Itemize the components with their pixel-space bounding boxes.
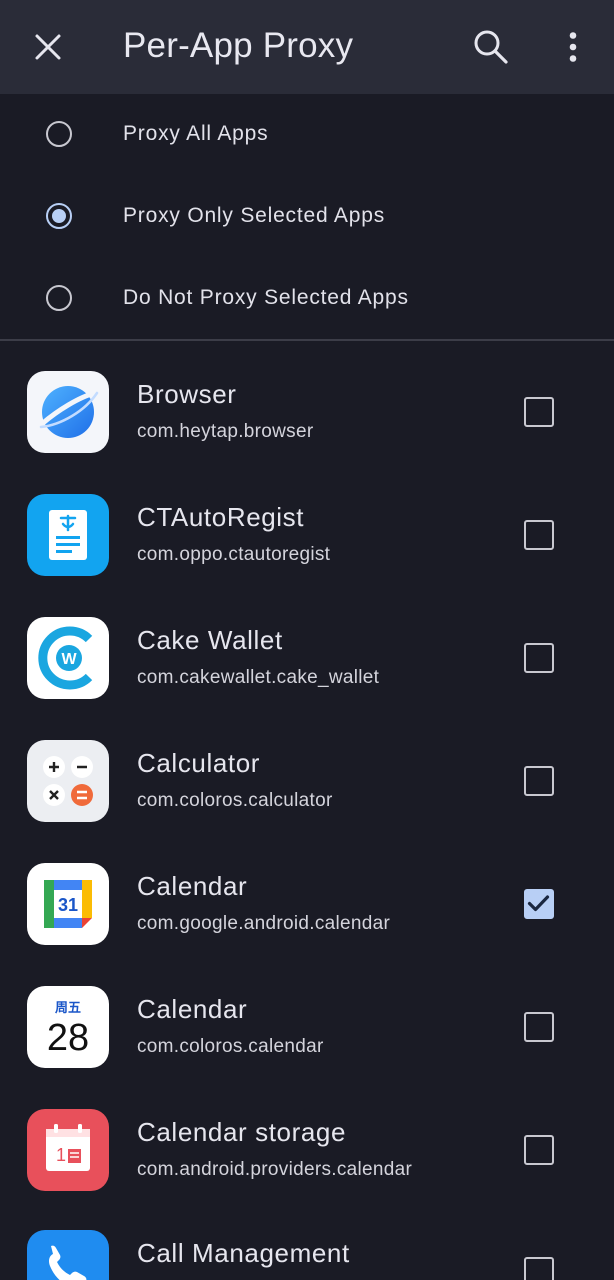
app-row-cake-wallet[interactable]: W Cake Wallet com.cakewallet.cake_wallet [0, 596, 614, 719]
app-name: Calendar storage [137, 1117, 347, 1147]
check-icon [527, 895, 550, 912]
app-package: com.coloros.calendar [137, 1036, 324, 1057]
app-checkbox[interactable] [524, 520, 554, 550]
calendar-storage-day-text: 1 [56, 1145, 66, 1165]
app-name: Call Management [137, 1238, 350, 1268]
app-row-coloros-calendar[interactable]: 周五 28 Calendar com.coloros.calendar [0, 965, 614, 1088]
search-icon [474, 30, 508, 64]
calendar-date-text: 31 [58, 895, 78, 915]
app-row-calculator[interactable]: Calculator com.coloros.calculator [0, 719, 614, 842]
app-row-call-management[interactable]: Call Management [0, 1211, 614, 1280]
cake-wallet-icon: W [27, 617, 109, 699]
close-icon [35, 34, 61, 60]
coloros-calendar-icon: 周五 28 [27, 986, 109, 1068]
radio-label: Proxy Only Selected Apps [123, 204, 385, 227]
app-name: Calendar [137, 871, 248, 901]
radio-button[interactable] [46, 121, 72, 147]
app-package: com.heytap.browser [137, 421, 314, 442]
google-calendar-icon: 31 [27, 863, 109, 945]
more-vert-icon [569, 32, 577, 62]
app-package: com.oppo.ctautoregist [137, 544, 331, 565]
radio-button[interactable] [46, 285, 72, 311]
app-row-ctautoregist[interactable]: CTAutoRegist com.oppo.ctautoregist [0, 473, 614, 596]
app-row-browser[interactable]: Browser com.heytap.browser [0, 350, 614, 473]
radio-label: Proxy All Apps [123, 122, 269, 145]
calculator-icon [27, 740, 109, 822]
app-checkbox[interactable] [524, 1257, 554, 1280]
phone-icon [27, 1230, 109, 1280]
app-checkbox[interactable] [524, 1012, 554, 1042]
app-name: Calculator [137, 748, 261, 778]
radio-label: Do Not Proxy Selected Apps [123, 286, 409, 309]
search-button[interactable] [464, 20, 518, 74]
app-row-calendar-storage[interactable]: 1 Calendar storage com.android.providers… [0, 1088, 614, 1211]
divider [0, 339, 614, 341]
app-package: com.google.android.calendar [137, 913, 391, 934]
app-checkbox[interactable] [524, 1135, 554, 1165]
radio-option-proxy-all[interactable]: Proxy All Apps [0, 93, 614, 175]
app-row-google-calendar[interactable]: 31 Calendar com.google.android.calendar [0, 842, 614, 965]
calendar-day-text: 28 [47, 1017, 89, 1059]
svg-text:W: W [61, 651, 77, 668]
app-name: Browser [137, 379, 237, 409]
more-options-button[interactable] [548, 20, 598, 74]
page-title: Per-App Proxy [123, 26, 354, 65]
app-name: CTAutoRegist [137, 502, 305, 532]
radio-button-selected[interactable] [46, 203, 72, 229]
close-button[interactable] [22, 21, 74, 73]
app-name: Cake Wallet [137, 625, 283, 655]
app-package: com.coloros.calculator [137, 790, 333, 811]
calendar-storage-icon: 1 [27, 1109, 109, 1191]
per-app-proxy-screen: Per-App Proxy Proxy All Apps Proxy Only … [0, 0, 614, 1280]
ctautoregist-document-icon [27, 494, 109, 576]
app-name: Calendar [137, 994, 248, 1024]
app-checkbox[interactable] [524, 397, 554, 427]
top-app-bar: Per-App Proxy [0, 0, 614, 94]
calendar-weekday-text: 周五 [55, 1001, 81, 1016]
browser-planet-icon [27, 371, 109, 453]
app-package: com.android.providers.calendar [137, 1159, 413, 1180]
radio-option-do-not-proxy-selected[interactable]: Do Not Proxy Selected Apps [0, 257, 614, 339]
radio-option-proxy-only-selected[interactable]: Proxy Only Selected Apps [0, 175, 614, 257]
app-checkbox[interactable] [524, 643, 554, 673]
app-checkbox[interactable] [524, 766, 554, 796]
app-package: com.cakewallet.cake_wallet [137, 667, 380, 688]
app-checkbox-checked[interactable] [524, 889, 554, 919]
